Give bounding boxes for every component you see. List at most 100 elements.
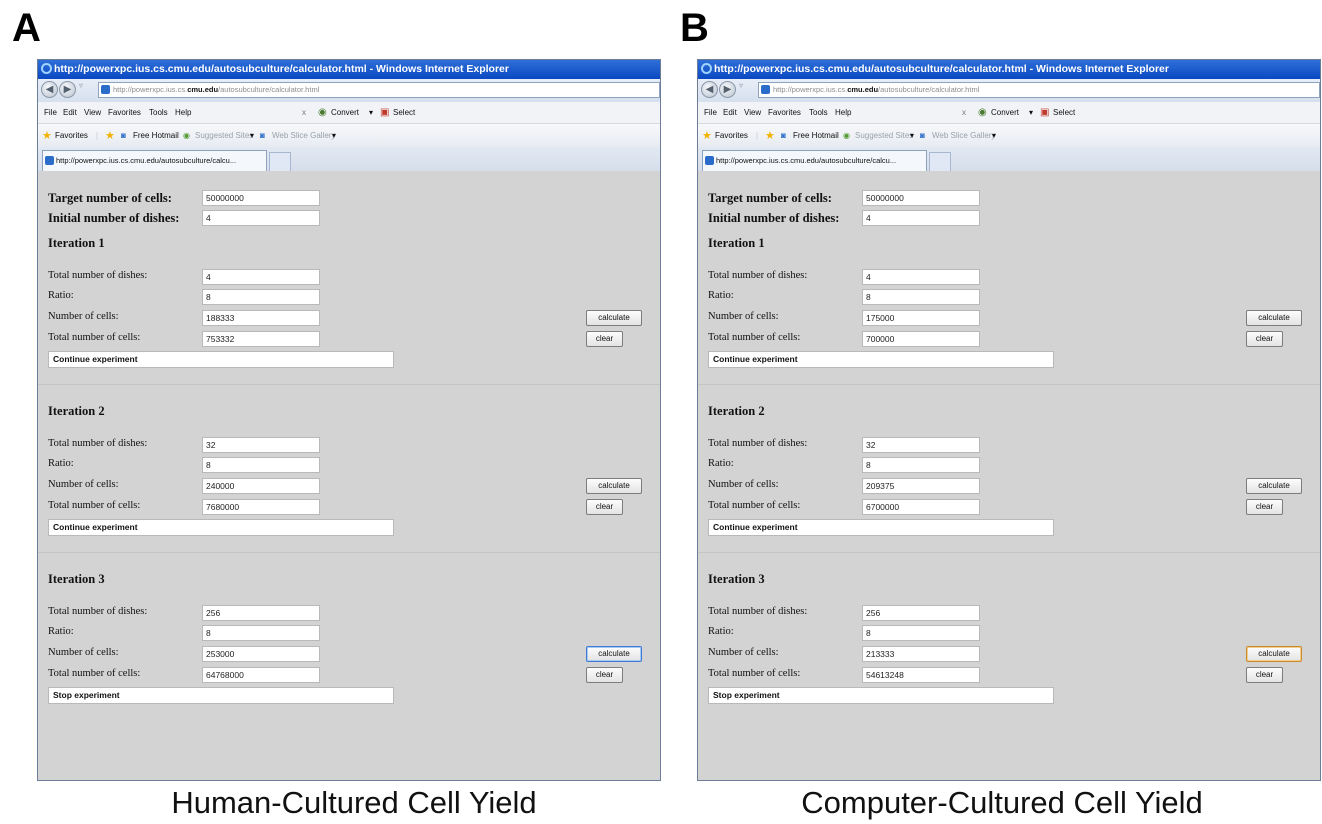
- calculate-button[interactable]: calculate: [586, 478, 642, 494]
- clear-button[interactable]: clear: [586, 499, 623, 515]
- menu-view[interactable]: View: [84, 102, 101, 123]
- calculate-button[interactable]: calculate: [1246, 478, 1302, 494]
- ratio-input[interactable]: 8: [862, 457, 980, 473]
- browser-window: http://powerxpc.ius.cs.cmu.edu/autosubcu…: [37, 59, 661, 781]
- ratio-input[interactable]: 8: [862, 625, 980, 641]
- total-cells-input[interactable]: 7680000: [202, 499, 320, 515]
- clear-button[interactable]: clear: [1246, 499, 1283, 515]
- total-dishes-input[interactable]: 32: [862, 437, 980, 453]
- suggested-sites-dropdown-icon[interactable]: ▾: [910, 124, 914, 148]
- select-button[interactable]: Select: [1053, 102, 1075, 123]
- number-of-cells-input[interactable]: 175000: [862, 310, 980, 326]
- clear-button[interactable]: clear: [586, 667, 623, 683]
- menu-help[interactable]: Help: [175, 102, 191, 123]
- web-slice-dropdown-icon[interactable]: ▾: [332, 124, 336, 148]
- url-input[interactable]: http://powerxpc.ius.cs.cmu.edu/autosubcu…: [98, 82, 660, 98]
- calculate-button[interactable]: calculate: [1246, 310, 1302, 326]
- number-of-cells-input[interactable]: 253000: [202, 646, 320, 662]
- total-dishes-input[interactable]: 32: [202, 437, 320, 453]
- suggested-sites-link[interactable]: Suggested Sites: [195, 124, 253, 148]
- ratio-input[interactable]: 8: [202, 289, 320, 305]
- hotmail-icon: ◙: [121, 131, 126, 140]
- menu-file[interactable]: File: [704, 102, 717, 123]
- clear-button[interactable]: clear: [1246, 667, 1283, 683]
- number-of-cells-input[interactable]: 209375: [862, 478, 980, 494]
- clear-button[interactable]: clear: [1246, 331, 1283, 347]
- initial-dishes-input[interactable]: 4: [202, 210, 320, 226]
- section-divider: [698, 552, 1320, 553]
- forward-button[interactable]: ▶: [719, 81, 736, 98]
- url-suffix: /autosubculture/calculator.html: [218, 85, 320, 94]
- total-cells-input[interactable]: 54613248: [862, 667, 980, 683]
- ratio-label: Ratio:: [708, 458, 734, 469]
- calculate-button[interactable]: calculate: [586, 646, 642, 662]
- target-cells-input[interactable]: 50000000: [862, 190, 980, 206]
- total-cells-label: Total number of cells:: [48, 668, 141, 679]
- close-x-icon[interactable]: x: [962, 102, 966, 123]
- total-cells-input[interactable]: 753332: [202, 331, 320, 347]
- number-of-cells-input[interactable]: 240000: [202, 478, 320, 494]
- convert-dropdown-icon[interactable]: ▾: [369, 102, 373, 123]
- menu-edit[interactable]: Edit: [63, 102, 77, 123]
- total-dishes-input[interactable]: 4: [862, 269, 980, 285]
- recent-pages-icon[interactable]: ▿: [79, 81, 83, 90]
- calculate-button[interactable]: calculate: [1246, 646, 1302, 662]
- forward-button[interactable]: ▶: [59, 81, 76, 98]
- convert-button[interactable]: Convert: [991, 102, 1019, 123]
- menu-favorites[interactable]: Favorites: [768, 102, 801, 123]
- web-slice-gallery-link[interactable]: Web Slice Gallery: [272, 124, 335, 148]
- convert-button[interactable]: Convert: [331, 102, 359, 123]
- back-button[interactable]: ◀: [41, 81, 58, 98]
- number-of-cells-input[interactable]: 188333: [202, 310, 320, 326]
- favorites-button[interactable]: Favorites: [715, 124, 748, 148]
- total-cells-input[interactable]: 64768000: [202, 667, 320, 683]
- url-prefix: http://powerxpc.ius.cs.: [773, 85, 848, 94]
- menu-edit[interactable]: Edit: [723, 102, 737, 123]
- tab-calculator[interactable]: http://powerxpc.ius.cs.cmu.edu/autosubcu…: [702, 150, 927, 171]
- total-cells-label: Total number of cells:: [708, 332, 801, 343]
- suggested-sites-dropdown-icon[interactable]: ▾: [250, 124, 254, 148]
- section-divider: [698, 384, 1320, 385]
- select-icon: ▣: [380, 107, 390, 118]
- select-button[interactable]: Select: [393, 102, 415, 123]
- favorites-button[interactable]: Favorites: [55, 124, 88, 148]
- free-hotmail-link[interactable]: Free Hotmail: [793, 124, 839, 148]
- initial-dishes-input[interactable]: 4: [862, 210, 980, 226]
- ratio-input[interactable]: 8: [202, 625, 320, 641]
- total-cells-input[interactable]: 6700000: [862, 499, 980, 515]
- total-dishes-input[interactable]: 256: [202, 605, 320, 621]
- web-slice-gallery-link[interactable]: Web Slice Gallery: [932, 124, 995, 148]
- new-tab-button[interactable]: [269, 152, 291, 171]
- ratio-input[interactable]: 8: [862, 289, 980, 305]
- menu-view[interactable]: View: [744, 102, 761, 123]
- web-slice-dropdown-icon[interactable]: ▾: [992, 124, 996, 148]
- add-favorite-icon[interactable]: ★: [765, 124, 775, 148]
- clear-button[interactable]: clear: [586, 331, 623, 347]
- ratio-input[interactable]: 8: [202, 457, 320, 473]
- menu-tools[interactable]: Tools: [809, 102, 828, 123]
- close-x-icon[interactable]: x: [302, 102, 306, 123]
- menu-favorites[interactable]: Favorites: [108, 102, 141, 123]
- url-input[interactable]: http://powerxpc.ius.cs.cmu.edu/autosubcu…: [758, 82, 1320, 98]
- back-button[interactable]: ◀: [701, 81, 718, 98]
- menu-tools[interactable]: Tools: [149, 102, 168, 123]
- convert-dropdown-icon[interactable]: ▾: [1029, 102, 1033, 123]
- suggested-sites-link[interactable]: Suggested Sites: [855, 124, 913, 148]
- new-tab-button[interactable]: [929, 152, 951, 171]
- recent-pages-icon[interactable]: ▿: [739, 81, 743, 90]
- tab-calculator[interactable]: http://powerxpc.ius.cs.cmu.edu/autosubcu…: [42, 150, 267, 171]
- target-cells-input[interactable]: 50000000: [202, 190, 320, 206]
- select-icon: ▣: [1040, 107, 1050, 118]
- add-favorite-icon[interactable]: ★: [105, 124, 115, 148]
- menu-help[interactable]: Help: [835, 102, 851, 123]
- free-hotmail-link[interactable]: Free Hotmail: [133, 124, 179, 148]
- web-slice-icon: ◙: [920, 131, 925, 140]
- total-dishes-input[interactable]: 4: [202, 269, 320, 285]
- iteration-title: Iteration 2: [708, 404, 765, 418]
- calculate-button[interactable]: calculate: [586, 310, 642, 326]
- menu-file[interactable]: File: [44, 102, 57, 123]
- total-dishes-input[interactable]: 256: [862, 605, 980, 621]
- total-cells-input[interactable]: 700000: [862, 331, 980, 347]
- url-suffix: /autosubculture/calculator.html: [878, 85, 980, 94]
- number-of-cells-input[interactable]: 213333: [862, 646, 980, 662]
